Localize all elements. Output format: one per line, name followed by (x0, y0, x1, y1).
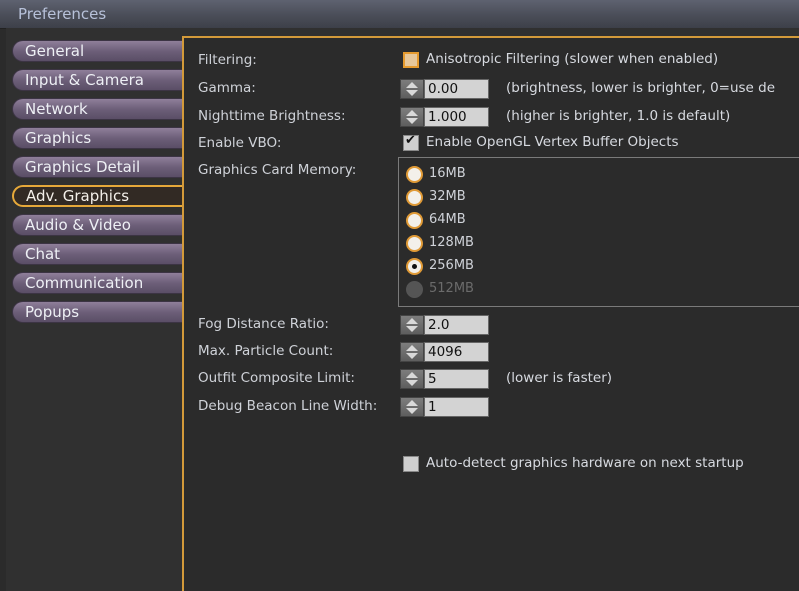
nighttime-brightness-hint: (higher is brighter, 1.0 is default) (506, 108, 731, 124)
tab-popups[interactable]: Popups (12, 301, 182, 323)
nighttime-brightness-spinner[interactable] (400, 107, 424, 127)
filtering-label: Filtering: (198, 52, 257, 68)
nighttime-brightness-label: Nighttime Brightness: (198, 108, 346, 124)
max-particle-count-spinner[interactable] (400, 342, 424, 362)
anisotropic-filtering-checkbox[interactable] (403, 52, 419, 68)
enable-vbo-text: Enable OpenGL Vertex Buffer Objects (426, 134, 679, 150)
memory-128mb-radio[interactable] (406, 235, 423, 252)
enable-vbo-checkbox[interactable] (403, 133, 419, 151)
debug-beacon-line-width-spinner[interactable] (400, 397, 424, 417)
tab-network[interactable]: Network (12, 98, 182, 120)
fog-distance-ratio-spinner[interactable] (400, 315, 424, 335)
gamma-label: Gamma: (198, 80, 256, 96)
tab-graphics-detail[interactable]: Graphics Detail (12, 156, 182, 178)
outfit-composite-limit-spinner[interactable] (400, 369, 424, 389)
nighttime-brightness-input[interactable]: 1.000 (424, 107, 489, 127)
memory-32mb-label: 32MB (429, 189, 466, 204)
memory-32mb-radio[interactable] (406, 189, 423, 206)
memory-64mb-radio[interactable] (406, 212, 423, 229)
memory-256mb-radio[interactable] (406, 258, 423, 275)
auto-detect-checkbox[interactable] (403, 456, 419, 472)
memory-512mb-label: 512MB (429, 281, 474, 296)
max-particle-count-label: Max. Particle Count: (198, 343, 334, 359)
memory-256mb-label: 256MB (429, 258, 474, 273)
outfit-composite-limit-label: Outfit Composite Limit: (198, 370, 355, 386)
memory-128mb-label: 128MB (429, 235, 474, 250)
window-title: Preferences (18, 5, 107, 23)
gamma-input[interactable]: 0.00 (424, 79, 489, 99)
memory-64mb-label: 64MB (429, 212, 466, 227)
fog-distance-ratio-label: Fog Distance Ratio: (198, 316, 329, 332)
outfit-composite-limit-hint: (lower is faster) (506, 370, 613, 386)
tab-general[interactable]: General (12, 40, 182, 62)
tab-communication[interactable]: Communication (12, 272, 182, 294)
tab-chat[interactable]: Chat (12, 243, 182, 265)
outfit-composite-limit-input[interactable]: 5 (424, 369, 489, 389)
memory-16mb-radio[interactable] (406, 166, 423, 183)
auto-detect-text: Auto-detect graphics hardware on next st… (426, 455, 744, 471)
tab-graphics[interactable]: Graphics (12, 127, 182, 149)
debug-beacon-line-width-input[interactable]: 1 (424, 397, 489, 417)
memory-512mb-radio (406, 281, 423, 298)
tab-audio-video[interactable]: Audio & Video (12, 214, 182, 236)
tab-input-camera[interactable]: Input & Camera (12, 69, 182, 91)
gamma-spinner[interactable] (400, 79, 424, 99)
tab-adv-graphics[interactable]: Adv. Graphics (12, 185, 182, 207)
enable-vbo-label: Enable VBO: (198, 135, 282, 151)
graphics-card-memory-label: Graphics Card Memory: (198, 162, 357, 178)
gamma-hint: (brightness, lower is brighter, 0=use de (506, 80, 776, 96)
memory-16mb-label: 16MB (429, 166, 466, 181)
fog-distance-ratio-input[interactable]: 2.0 (424, 315, 489, 335)
title-bar[interactable]: Preferences (0, 0, 799, 29)
debug-beacon-line-width-label: Debug Beacon Line Width: (198, 398, 378, 414)
anisotropic-filtering-text: Anisotropic Filtering (slower when enabl… (426, 51, 719, 67)
max-particle-count-input[interactable]: 4096 (424, 342, 489, 362)
